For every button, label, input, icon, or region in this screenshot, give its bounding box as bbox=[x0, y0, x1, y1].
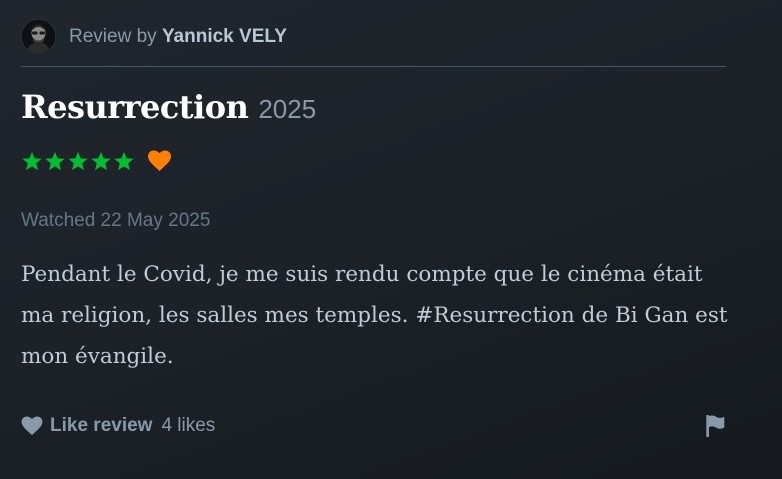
rating-row bbox=[21, 148, 172, 174]
star-icon bbox=[68, 151, 88, 171]
film-year-link[interactable]: 2025 bbox=[258, 94, 316, 124]
avatar[interactable] bbox=[21, 19, 56, 54]
flag-icon[interactable] bbox=[704, 414, 726, 438]
film-title-link[interactable]: Resurrection bbox=[21, 88, 249, 126]
review-footer: Like review 4 likes bbox=[21, 412, 726, 440]
film-title-row: Resurrection 2025 bbox=[21, 88, 316, 126]
watched-date: Watched 22 May 2025 bbox=[21, 210, 211, 231]
review-prefix: Review by bbox=[69, 26, 157, 47]
like-review-button[interactable]: Like review 4 likes bbox=[21, 412, 215, 440]
review-text: Pendant le Covid, je me suis rendu compt… bbox=[21, 262, 728, 369]
star-icon bbox=[91, 151, 111, 171]
likes-count-link[interactable]: 4 likes bbox=[161, 415, 215, 437]
reviewer-line: Review by Yannick VELY bbox=[69, 26, 287, 48]
like-review-label: Like review bbox=[50, 415, 153, 436]
reviewer-name-link[interactable]: Yannick VELY bbox=[162, 26, 287, 47]
star-icon bbox=[45, 151, 65, 171]
star-icon bbox=[114, 151, 134, 171]
heart-icon bbox=[21, 416, 43, 436]
review-header: Review by Yannick VELY bbox=[21, 19, 726, 67]
star-icon bbox=[22, 151, 42, 171]
liked-heart-icon bbox=[148, 150, 171, 171]
